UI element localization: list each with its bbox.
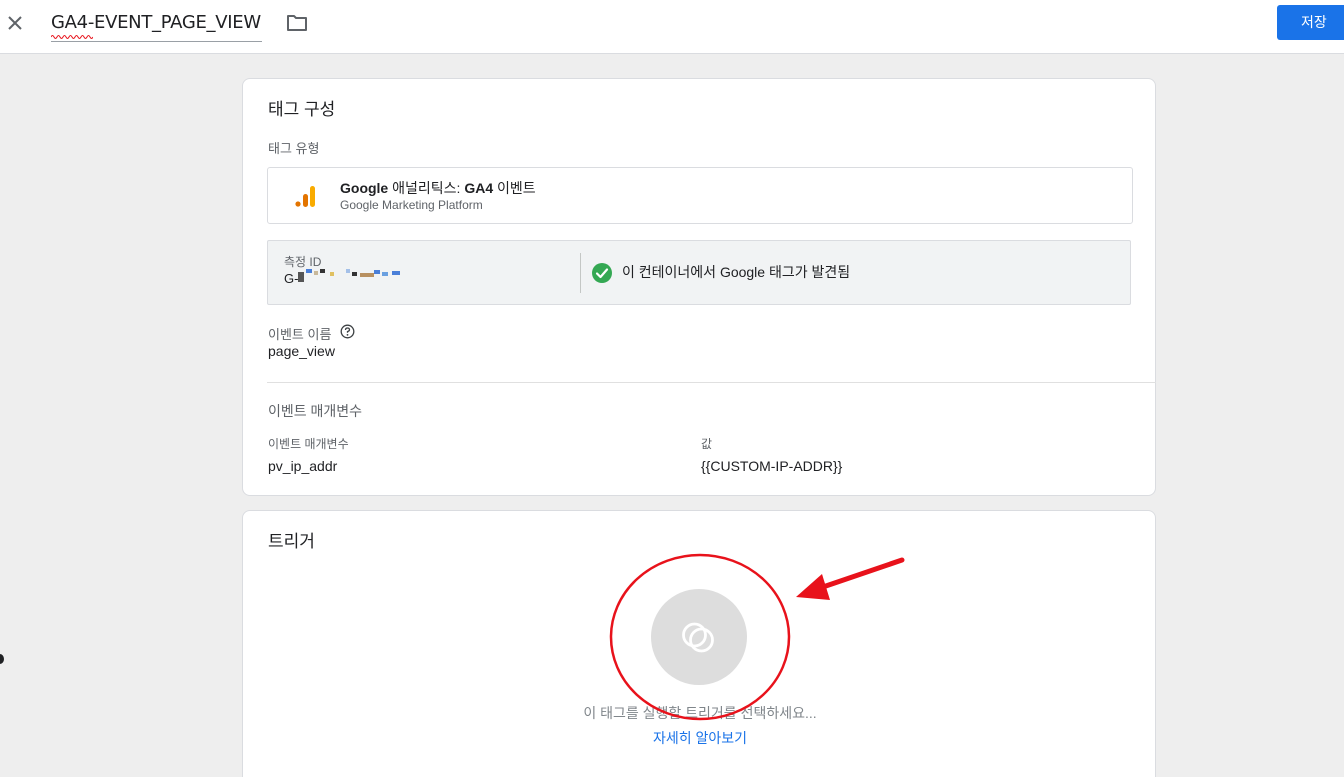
param-value: {{CUSTOM-IP-ADDR}}: [701, 458, 843, 474]
measurement-divider: [580, 253, 581, 293]
tag-type-selector[interactable]: Google 애널리틱스: GA4 이벤트 Google Marketing P…: [267, 167, 1133, 224]
tag-type-name: Google 애널리틱스: GA4 이벤트: [340, 180, 536, 196]
learn-more-link[interactable]: 자세히 알아보기: [243, 728, 1157, 748]
editor-header: GA4-EVENT_PAGE_VIEW 저장: [0, 0, 1344, 54]
tag-configuration-card[interactable]: 태그 구성 태그 유형 Google 애널리틱스: GA4 이벤트 Google…: [242, 78, 1156, 496]
event-name-label: 이벤트 이름: [268, 327, 332, 342]
trigger-placeholder-button[interactable]: [651, 589, 747, 685]
card-title: 트리거: [268, 532, 315, 551]
param-name: pv_ip_addr: [268, 458, 338, 474]
event-name-value: page_view: [268, 343, 335, 359]
close-icon[interactable]: [4, 12, 26, 34]
tag-name-input[interactable]: GA4-EVENT_PAGE_VIEW: [51, 8, 262, 42]
check-circle-icon: [592, 263, 612, 283]
value-column-header: 값: [701, 437, 713, 451]
measurement-id-label: 측정 ID: [284, 255, 322, 269]
trigger-card[interactable]: 트리거 이 태그를 실행할 트리거를 선택하세요... 자세히 알아보기: [242, 510, 1156, 777]
measurement-id-box: 측정 ID G- 이 컨테이너에서 Google 태그가 발견됨: [267, 240, 1131, 305]
section-divider: [267, 382, 1156, 383]
card-title: 태그 구성: [268, 100, 336, 119]
tag-name-text: GA4-EVENT_PAGE_VIEW: [51, 12, 261, 33]
folder-icon[interactable]: [286, 13, 308, 33]
event-params-title: 이벤트 매개변수: [268, 403, 363, 419]
tag-type-label: 태그 유형: [268, 141, 320, 156]
edge-dot: [0, 654, 4, 664]
tag-type-platform: Google Marketing Platform: [340, 198, 483, 212]
google-analytics-icon: [295, 186, 315, 207]
trigger-placeholder-icon: [682, 622, 714, 653]
help-icon[interactable]: [340, 324, 355, 339]
spellcheck-underline: [51, 35, 93, 39]
measurement-id-value: G-: [284, 271, 299, 286]
google-tag-found-message: 이 컨테이너에서 Google 태그가 발견됨: [622, 264, 851, 280]
param-column-header: 이벤트 매개변수: [268, 437, 349, 451]
trigger-hint: 이 태그를 실행할 트리거를 선택하세요...: [583, 705, 817, 721]
save-button[interactable]: 저장: [1277, 5, 1344, 40]
